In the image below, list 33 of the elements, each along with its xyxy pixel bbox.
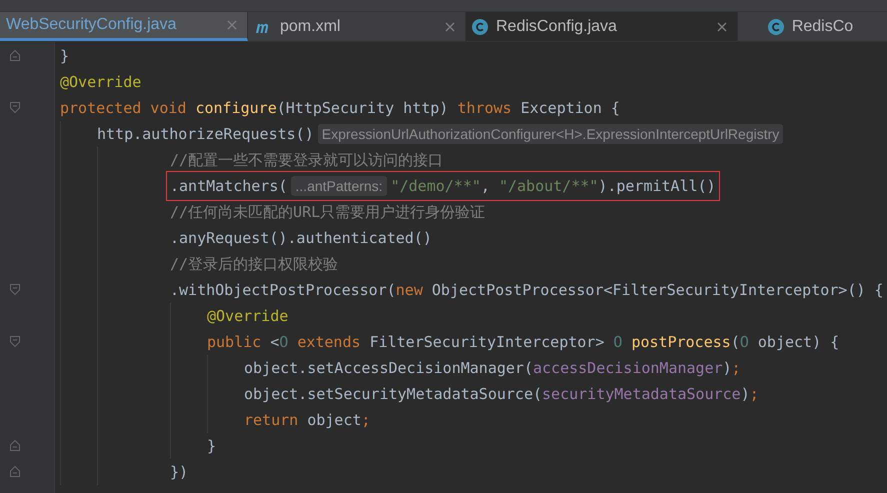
code-line: .withObjectPostProcessor(new ObjectPostProcessor<FilterSecurityInterceptor>() { [170,280,884,301]
code-line: return object; [244,410,370,431]
fold-marker-icon[interactable] [10,50,20,60]
code-line: protected void configure(HttpSecurity http) throws Exception { [60,98,620,119]
code-comment: //任何尚未匹配的URL只需要用户进行身份验证 [170,202,486,223]
class-c-icon [768,18,784,34]
close-icon[interactable] [717,22,727,32]
editor-tab[interactable]: WebSecurityConfig.java [0,12,248,41]
code-comment: //配置一些不需要登录就可以访问的接口 [170,150,444,171]
inlay-hint: ExpressionUrlAuthorizationConfigurer<H>.ExpressionInterceptUrlRegistry [318,124,784,144]
inlay-hint: ...antPatterns: [291,176,387,196]
editor-tab[interactable]: RedisConfig.java [466,12,738,41]
code-text: "/demo/**", "/about/**").permitAll() [390,176,716,197]
fold-marker-icon[interactable] [10,440,20,450]
fold-marker-icon[interactable] [10,284,20,294]
close-icon[interactable] [227,20,237,30]
fold-marker-icon[interactable] [10,102,20,112]
code-line: object.setAccessDecisionManager(accessDecisionManager); [244,358,741,379]
code-comment: //登录后的接口权限校验 [170,254,338,275]
code-line: @Override [207,306,288,327]
fold-marker-icon[interactable] [10,466,20,476]
code-text: http.authorizeRequests() [97,124,314,145]
code-line: } [207,436,216,457]
code-text: .antMatchers( [170,176,288,197]
code-line: @Override [60,72,142,93]
code-line: }) [170,462,188,483]
code-line: public <O extends FilterSecurityInterceptor> O postProcess(O object) { [207,332,840,353]
code-line: } [60,46,70,67]
close-icon[interactable] [445,22,455,32]
fold-marker-icon[interactable] [10,336,20,346]
code-line: object.setSecurityMetadataSource(securityMetadataSource); [244,384,759,405]
code-line: .anyRequest().authenticated() [170,228,432,249]
class-c-icon [472,18,488,34]
